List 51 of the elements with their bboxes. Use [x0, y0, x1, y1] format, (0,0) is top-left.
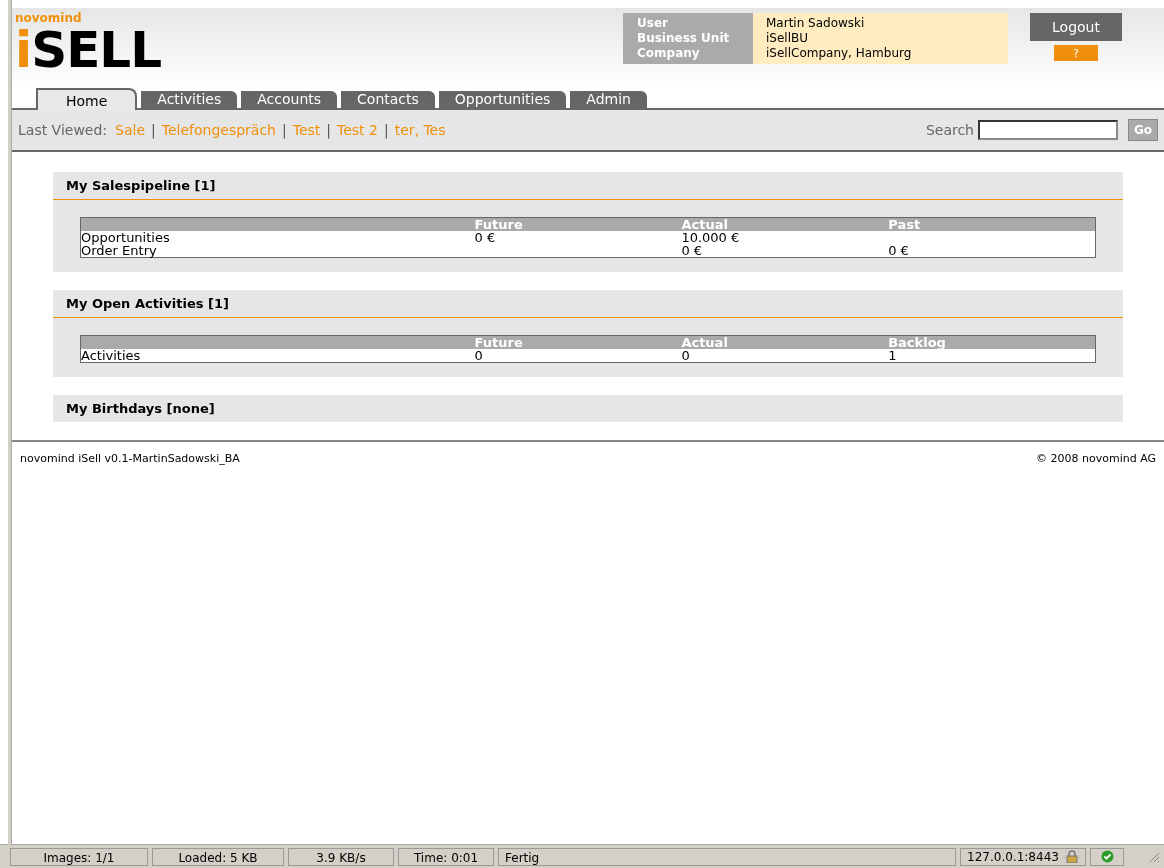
separator: | [326, 122, 331, 138]
user-info-value: iSellCompany, Hamburg [766, 46, 913, 61]
user-info-value: Martin Sadowski [766, 16, 866, 31]
column-header: Actual [681, 217, 889, 231]
column-header: Past [888, 217, 1096, 231]
nav-tab[interactable]: Contacts [341, 91, 435, 108]
status-field: Time: 0:01 [398, 847, 494, 866]
check-icon[interactable] [1100, 850, 1114, 863]
nav-tab[interactable]: Admin [570, 91, 647, 108]
column-header: Future [474, 335, 682, 349]
table-cell: 0 € [681, 243, 703, 258]
status-field: Loaded: 5 KB [152, 847, 284, 866]
nav-tab[interactable]: Opportunities [438, 91, 567, 108]
nav-tab[interactable]: Home [36, 88, 138, 110]
user-info-label: Business Unit [637, 31, 731, 46]
search-label: Search [925, 122, 974, 138]
table-cell: 0 [681, 348, 690, 363]
section-title: My Open Activities [1] [53, 290, 1123, 318]
resize-grip-icon[interactable] [1148, 850, 1160, 863]
copyright-text: © 2008 novomind AG [1036, 452, 1156, 465]
section-title: My Birthdays [none] [65, 400, 216, 418]
last-viewed-label: Last Viewed: [18, 122, 108, 138]
table-cell: 0 € [888, 243, 909, 258]
separator: | [151, 122, 156, 138]
table-cell: 0 [474, 348, 483, 363]
row-label: Opportunities [81, 230, 170, 245]
status-field: 3.9 KB/s [288, 847, 394, 866]
user-info-label: User [637, 16, 669, 31]
separator: | [282, 122, 287, 138]
logout-button[interactable]: Logout [1030, 13, 1122, 41]
table-cell: 0 € [474, 230, 496, 245]
column-header: Future [474, 217, 682, 231]
status-message: Fertig [498, 847, 956, 866]
separator: | [383, 122, 389, 138]
column-header: Backlog [888, 335, 1096, 349]
search-field[interactable] [978, 120, 1118, 140]
status-field: Images: 1/1 [10, 847, 148, 866]
user-info-label: Company [637, 46, 701, 61]
host-address: 127.0.0.1:8443 [967, 848, 1059, 866]
table-cell: 1 [888, 348, 897, 363]
company-name: novomind [15, 12, 83, 25]
column-header: Actual [681, 335, 889, 349]
lock-icon[interactable] [1064, 850, 1079, 863]
user-info-value: iSellBU [766, 31, 810, 46]
section-title: My Salespipeline [1] [53, 172, 1123, 200]
product-logo: iSELL [15, 25, 163, 75]
version-text: novomind iSell v0.1-MartinSadowski_BA [20, 452, 240, 465]
nav-tab[interactable]: Accounts [241, 91, 338, 108]
row-label: Activities [81, 348, 141, 363]
nav-tab[interactable]: Activities [141, 91, 238, 108]
table-cell: 10.000 € [681, 230, 740, 245]
